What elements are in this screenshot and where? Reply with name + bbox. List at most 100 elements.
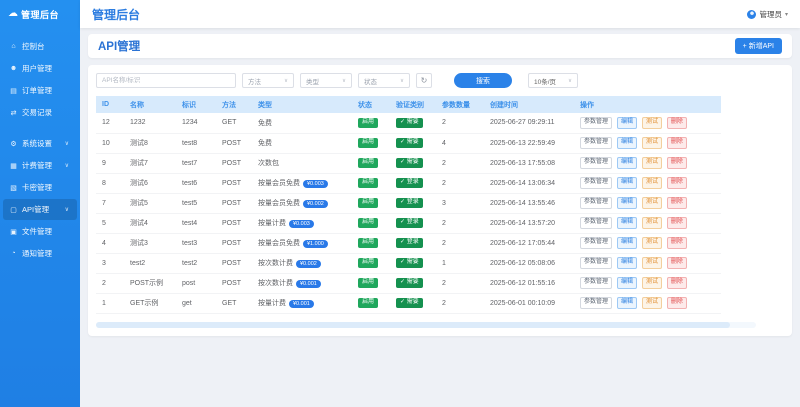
status-badge: 启用 xyxy=(358,297,379,309)
horizontal-scrollbar[interactable] xyxy=(96,321,756,328)
method-select-value: 方法 xyxy=(248,78,261,86)
cell-params: 3 xyxy=(436,193,484,214)
edit-button[interactable]: 编辑 xyxy=(616,216,637,230)
edit-button[interactable]: 编辑 xyxy=(616,116,637,129)
edit-button[interactable]: 编辑 xyxy=(616,176,637,190)
test-button[interactable]: 测试 xyxy=(641,176,662,190)
delete-button[interactable]: 删除 xyxy=(666,276,687,290)
params-button[interactable]: 参数管理 xyxy=(580,296,613,310)
delete-button[interactable]: 删除 xyxy=(666,156,687,170)
params-button[interactable]: 参数管理 xyxy=(580,196,613,210)
sidebar-item-billing[interactable]: ▦ 计费管理 ∨ xyxy=(3,155,77,176)
cell-id: 4 xyxy=(96,233,124,254)
scrollbar-thumb[interactable] xyxy=(96,321,730,328)
delete-button[interactable]: 删除 xyxy=(666,196,687,210)
files-icon: ▣ xyxy=(10,228,17,236)
user-menu[interactable]: ☻ 管理员 ▾ xyxy=(747,9,788,20)
sidebar-item-label: 系统设置 xyxy=(22,139,52,148)
column-header: 参数数量 xyxy=(436,96,484,113)
sidebar-item-api[interactable]: ▢ API管理 ∨ xyxy=(3,199,77,220)
cell-slug: test4 xyxy=(176,213,216,234)
edit-button[interactable]: 编辑 xyxy=(616,136,637,150)
test-button[interactable]: 测试 xyxy=(641,116,662,129)
cell-params: 2 xyxy=(436,233,484,254)
test-button[interactable]: 测试 xyxy=(641,156,662,170)
keyword-input[interactable] xyxy=(96,73,236,88)
sidebar-item-files[interactable]: ▣ 文件管理 ∨ xyxy=(3,221,77,242)
console-icon: ⌂ xyxy=(11,43,16,50)
sidebar-item-users[interactable]: ☻ 用户管理 ∨ xyxy=(3,58,77,79)
params-button[interactable]: 参数管理 xyxy=(580,176,613,190)
test-button[interactable]: 测试 xyxy=(641,136,662,150)
cell-params: 2 xyxy=(436,173,484,194)
type-select[interactable]: 类型 ∨ xyxy=(300,73,352,88)
test-button[interactable]: 测试 xyxy=(641,296,662,310)
edit-button[interactable]: 编辑 xyxy=(616,156,637,170)
status-select[interactable]: 状态 ∨ xyxy=(358,73,410,88)
delete-button[interactable]: 删除 xyxy=(666,116,687,129)
cell-id: 9 xyxy=(96,153,124,174)
cell-id: 1 xyxy=(96,293,124,314)
params-button[interactable]: 参数管理 xyxy=(580,216,613,230)
cell-type: 按次数计费 ¥0.002 xyxy=(252,253,352,274)
delete-button[interactable]: 删除 xyxy=(666,136,687,150)
sidebar-item-label: API管理 xyxy=(22,205,50,214)
params-button[interactable]: 参数管理 xyxy=(580,156,613,170)
chevron-down-icon: ∨ xyxy=(64,163,69,169)
price-badge: ¥0.001 xyxy=(289,299,314,309)
page-size-select[interactable]: 10条/页 ∨ xyxy=(528,73,578,88)
test-button[interactable]: 测试 xyxy=(641,236,662,250)
cell-actions: 参数管理 编辑 测试 删除 xyxy=(574,153,721,174)
cell-method: POST xyxy=(216,133,252,154)
cell-name: 测试6 xyxy=(124,173,176,194)
verify-badge: ✓ 需要 xyxy=(396,117,423,128)
page-title: API管理 xyxy=(98,41,141,53)
cell-actions: 参数管理 编辑 测试 删除 xyxy=(574,213,721,234)
params-button[interactable]: 参数管理 xyxy=(580,136,613,150)
refresh-button[interactable]: ↻ xyxy=(416,73,432,88)
edit-button[interactable]: 编辑 xyxy=(616,276,637,290)
params-button[interactable]: 参数管理 xyxy=(580,236,613,250)
delete-button[interactable]: 删除 xyxy=(666,176,687,190)
sidebar-item-console[interactable]: ⌂ 控制台 ∨ xyxy=(3,36,77,57)
cell-id: 12 xyxy=(96,113,124,134)
price-badge: ¥0.003 xyxy=(289,219,314,229)
cell-created: 2025-06-27 09:29:11 xyxy=(484,113,574,134)
verify-badge: ✓ 需要 xyxy=(396,157,423,169)
params-button[interactable]: 参数管理 xyxy=(580,116,613,129)
edit-button[interactable]: 编辑 xyxy=(616,296,637,310)
test-button[interactable]: 测试 xyxy=(641,276,662,290)
sidebar-item-label: 控制台 xyxy=(22,42,45,51)
cell-id: 8 xyxy=(96,173,124,194)
column-header: 状态 xyxy=(352,96,390,113)
sidebar-item-orders[interactable]: ▤ 订单管理 ∨ xyxy=(3,80,77,101)
delete-button[interactable]: 删除 xyxy=(666,256,687,270)
delete-button[interactable]: 删除 xyxy=(666,236,687,250)
delete-button[interactable]: 删除 xyxy=(666,216,687,230)
app-logo[interactable]: ☁ 管理后台 xyxy=(0,0,80,28)
sidebar-item-label: 计费管理 xyxy=(22,161,52,170)
params-button[interactable]: 参数管理 xyxy=(580,256,613,270)
test-button[interactable]: 测试 xyxy=(641,216,662,230)
method-select[interactable]: 方法 ∨ xyxy=(242,73,294,88)
cell-name: 1232 xyxy=(124,113,176,134)
sidebar-item-transactions[interactable]: ⇄ 交易记录 ∨ xyxy=(3,102,77,123)
sidebar-item-settings[interactable]: ⚙ 系统设置 ∨ xyxy=(3,133,77,154)
edit-button[interactable]: 编辑 xyxy=(616,256,637,270)
search-button[interactable]: 搜索 xyxy=(454,73,512,88)
sidebar-item-cards[interactable]: ▧ 卡密管理 ∨ xyxy=(3,177,77,198)
test-button[interactable]: 测试 xyxy=(641,256,662,270)
cell-type: 按量计费 ¥0.001 xyxy=(252,293,352,314)
cell-method: POST xyxy=(216,253,252,274)
add-api-button[interactable]: + 新增API xyxy=(734,38,782,54)
params-button[interactable]: 参数管理 xyxy=(580,276,613,290)
edit-button[interactable]: 编辑 xyxy=(616,236,637,250)
test-button[interactable]: 测试 xyxy=(641,196,662,210)
cell-params: 2 xyxy=(436,113,484,134)
table-row: 5 测试4 test4 POST 按量计费 ¥0.003 启用 ✓ 登录 2 20… xyxy=(96,213,721,234)
edit-button[interactable]: 编辑 xyxy=(616,196,637,210)
sidebar-item-notify[interactable]: ◔ 通知管理 ∨ xyxy=(3,243,77,264)
cell-method: POST xyxy=(216,273,252,294)
topbar: 管理后台 ☻ 管理员 ▾ xyxy=(80,0,800,28)
delete-button[interactable]: 删除 xyxy=(666,296,687,310)
